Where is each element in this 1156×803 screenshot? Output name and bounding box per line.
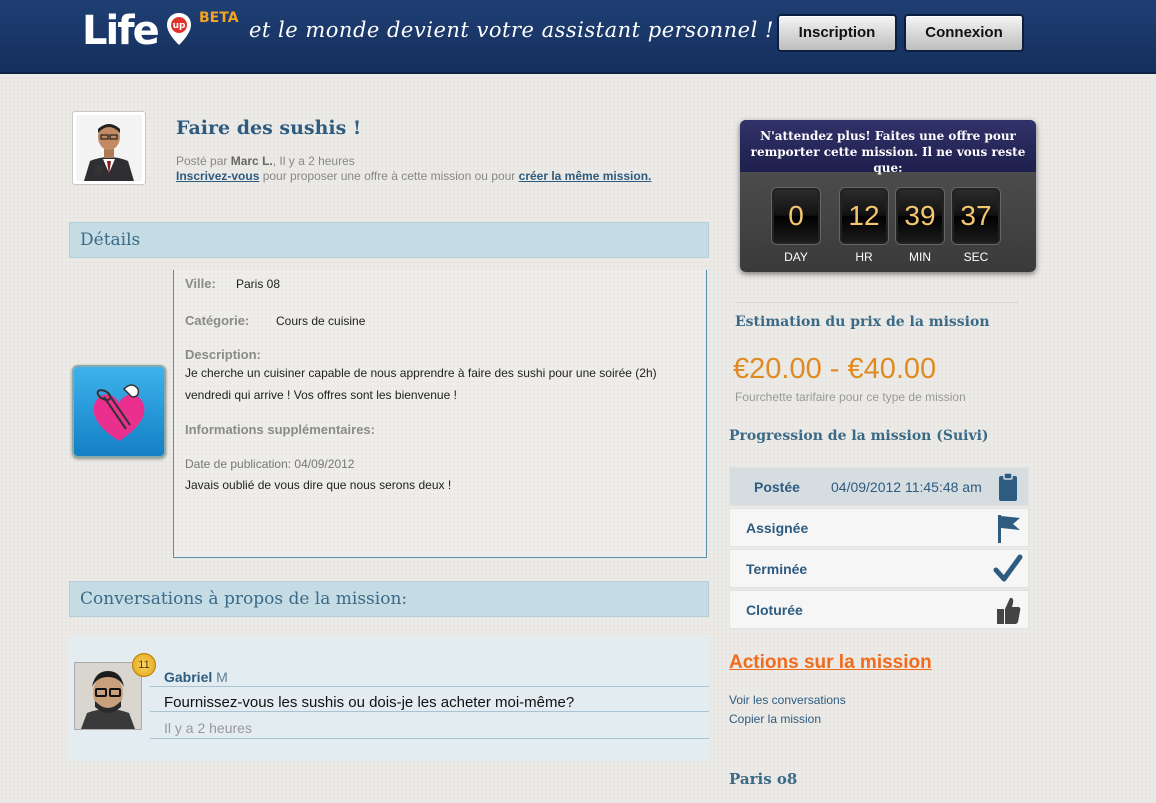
description-line-2: vendredi qui arrive ! Vos offres sont le… [185, 388, 457, 402]
beta-label: BETA [199, 10, 239, 26]
countdown-hours: 12 [840, 188, 888, 244]
extra-info-text: Javais oublié de vous dire que nous sero… [185, 478, 452, 492]
thumbs-up-icon [997, 597, 1021, 624]
commenter-name[interactable]: Gabriel M [164, 669, 228, 685]
countdown-header: N'attendez plus! Faites une offre pour r… [740, 120, 1036, 175]
posted-time: , Il y a 2 heures [272, 154, 355, 168]
progress-step-assigned: Assignée [729, 508, 1029, 547]
category-icon [72, 365, 166, 458]
countdown-minutes: 39 [896, 188, 944, 244]
conversation-divider [150, 711, 709, 712]
cooking-heart-icon [93, 384, 145, 441]
conversations-section-header: Conversations à propos de la mission: [69, 581, 709, 617]
author-name[interactable]: Marc L. [231, 154, 273, 168]
commenter-avatar[interactable] [74, 662, 142, 730]
step-label: Postée [754, 479, 800, 495]
logo-text: Life [82, 8, 160, 54]
sidebar-divider [735, 302, 1018, 303]
conversation-divider [150, 738, 709, 739]
message-count-badge: 11 [132, 653, 156, 677]
top-header: Life up BETA et le monde devient votre a… [0, 0, 1156, 74]
countdown-widget: N'attendez plus! Faites une offre pour r… [740, 120, 1036, 272]
logo-badge-text: up [173, 21, 186, 31]
estimate-title: Estimation du prix de la mission [735, 314, 990, 330]
mission-title: Faire des sushis ! [176, 117, 362, 139]
step-label: Assignée [746, 520, 809, 536]
progress-title: Progression de la mission (Suivi) [729, 428, 989, 444]
map-pin-icon: up [167, 13, 191, 45]
clipboard-icon [999, 472, 1017, 501]
commenter-photo [75, 663, 141, 729]
posted-by-line: Posté par Marc L., Il y a 2 heures [176, 154, 355, 168]
details-section-header: Détails [69, 222, 709, 258]
conversation-message: Fournissez-vous les sushis ou dois-je le… [164, 694, 575, 711]
progress-step-completed: Terminée [729, 549, 1029, 588]
conversation-time: Il y a 2 heures [164, 720, 252, 736]
category-value: Cours de cuisine [276, 314, 366, 328]
extra-info-label: Informations supplémentaires: [185, 422, 375, 437]
countdown-minutes-label: MIN [909, 250, 931, 264]
signup-link[interactable]: Inscrivez-vous [176, 169, 259, 183]
countdown-days: 0 [772, 188, 820, 244]
city-value: Paris 08 [236, 277, 281, 291]
login-button[interactable]: Connexion [904, 14, 1024, 52]
lifeup-logo[interactable]: Life up BETA [82, 8, 242, 58]
author-photo [76, 115, 142, 181]
city-label: Ville: [185, 276, 216, 291]
city-section-title: Paris o8 [729, 770, 798, 788]
posted-prefix: Posté par [176, 154, 228, 168]
countdown-seconds: 37 [952, 188, 1000, 244]
author-avatar[interactable] [72, 111, 146, 185]
price-range-caption: Fourchette tarifaire pour ce type de mis… [735, 390, 966, 404]
details-box: Ville: Paris 08 Catégorie: Cours de cuis… [173, 270, 707, 558]
step-date: 04/09/2012 11:45:48 am [831, 479, 982, 495]
copy-mission-link[interactable]: Copier la mission [729, 712, 821, 726]
progress-step-closed: Cloturée [729, 590, 1029, 629]
countdown-header-line-2: remporter cette mission. Il ne vous rest… [750, 145, 1026, 175]
invite-line: Inscrivez-vous pour proposer une offre à… [176, 169, 651, 183]
commenter-initial: M [212, 669, 228, 685]
actions-title[interactable]: Actions sur la mission [729, 652, 932, 674]
commenter-first-name: Gabriel [164, 669, 213, 685]
countdown-days-label: DAY [784, 250, 808, 264]
description-label: Description: [185, 347, 261, 362]
conversation-divider [150, 686, 709, 687]
signup-button[interactable]: Inscription [777, 14, 897, 52]
publication-date: Date de publication: 04/09/2012 [185, 457, 355, 471]
view-conversations-link[interactable]: Voir les conversations [729, 693, 846, 707]
description-line-1: Je cherche un cuisiner capable de nous a… [185, 366, 657, 380]
flag-icon [998, 515, 1020, 543]
countdown-hours-label: HR [855, 250, 873, 264]
progress-step-posted: Postée 04/09/2012 11:45:48 am [729, 467, 1029, 506]
invite-middle-text: pour proposer une offre à cette mission … [259, 169, 519, 183]
countdown-header-line-1: N'attendez plus! Faites une offre pour [760, 129, 1016, 143]
category-label: Catégorie: [185, 313, 250, 328]
create-same-mission-link[interactable]: créer la même mission. [519, 169, 652, 183]
countdown-seconds-label: SEC [963, 250, 989, 264]
step-label: Terminée [746, 561, 808, 577]
tagline: et le monde devient votre assistant pers… [249, 18, 774, 42]
checkmark-icon [993, 554, 1023, 582]
price-range: €20.00 - €40.00 [733, 353, 937, 385]
step-label: Cloturée [746, 602, 803, 618]
